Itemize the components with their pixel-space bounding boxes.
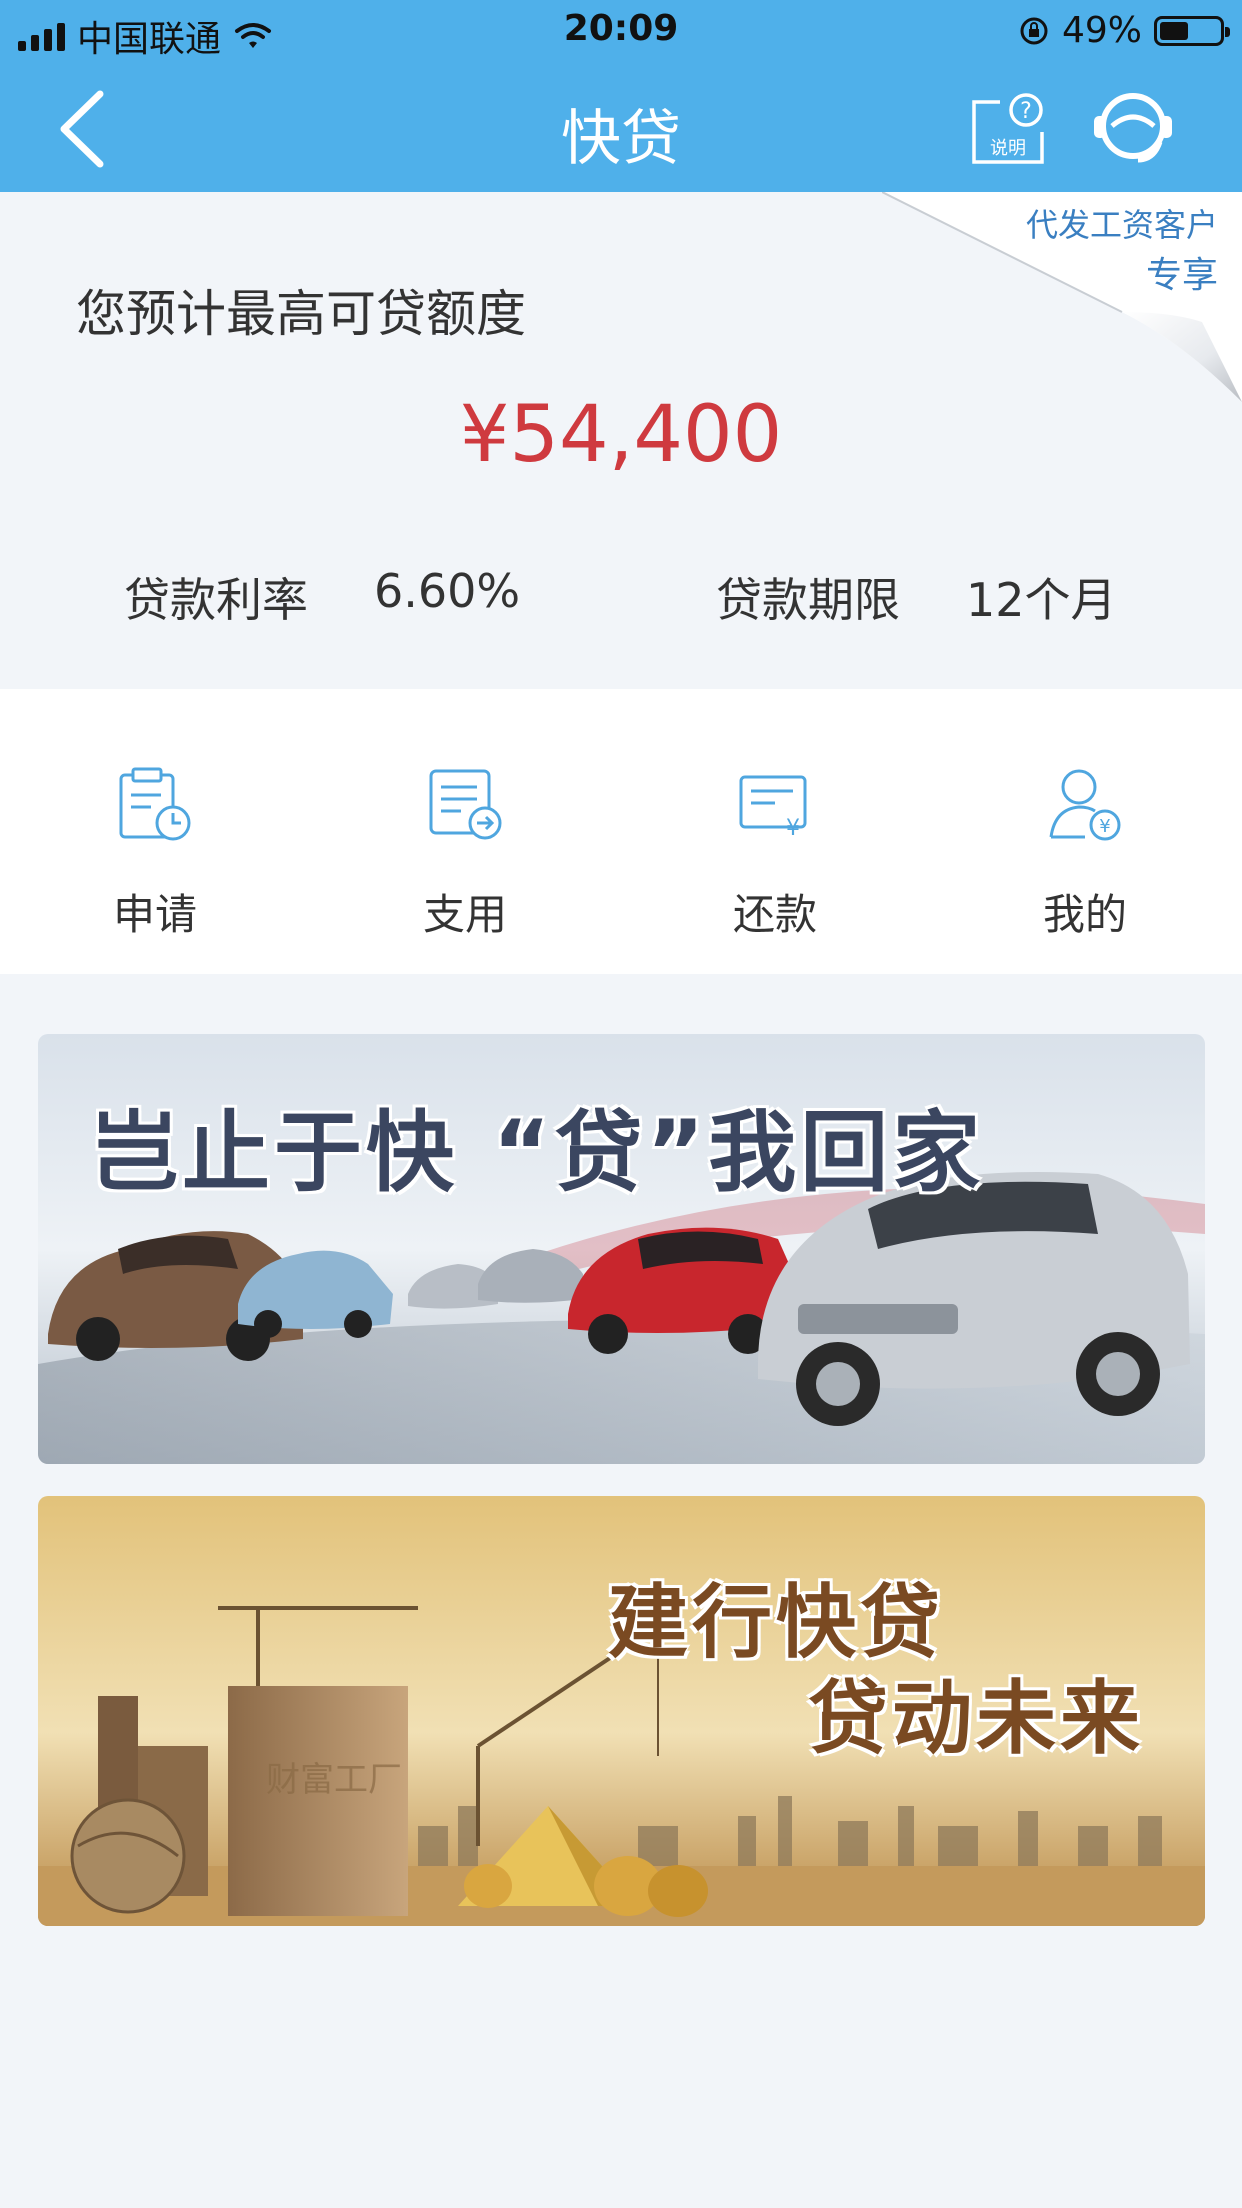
repay-icon: ¥ [739,775,807,841]
menu-label-repay: 还款 [732,890,817,939]
page-title: 快贷 [561,104,681,174]
customer-service-button[interactable] [1090,86,1176,172]
menu-item-repay[interactable]: ¥ 还款 [620,689,930,974]
status-bar: 中国联通 20:09 49% [0,0,1242,64]
profile-icon: ¥ [1049,769,1121,841]
quota-amount: ¥54,400 [459,390,783,480]
help-document-icon: ? 说明 [972,93,1044,164]
quota-label: 您预计最高可贷额度 [76,285,526,343]
car-banner-headline: 岂止于快 “贷”我回家 [90,1101,985,1204]
menu-item-mine[interactable]: ¥ 我的 [930,689,1240,974]
rate-label: 贷款利率 [124,573,308,627]
help-label: 说明 [990,138,1026,159]
withdraw-icon [429,769,502,840]
car-loan-banner[interactable]: 岂止于快 “贷”我回家 [38,1034,1205,1464]
exclusive-badge-line2: 专享 [1145,255,1218,296]
term-value: 12个月 [966,573,1117,627]
svg-text:¥: ¥ [1099,816,1110,837]
customer-service-icon [1094,93,1172,163]
rate-value: 6.60% [374,564,521,618]
menu-label-withdraw: 支用 [422,890,507,939]
battery-percent: 49% [1061,10,1142,51]
term-label: 贷款期限 [716,573,900,627]
exclusive-badge-line1: 代发工资客户 [1025,206,1218,244]
svg-text:¥: ¥ [786,816,800,841]
menu-item-withdraw[interactable]: 支用 [310,689,620,974]
menu-item-apply[interactable]: 申请 [0,689,310,974]
golden-banner-line2: 贷动未来 [808,1672,1144,1765]
nav-bar: 快贷 ? 说明 [0,64,1242,192]
help-button[interactable]: ? 说明 [970,92,1046,166]
svg-text:?: ? [1020,99,1032,124]
action-menu: 申请 支用 ¥ 还款 ¥ 我的 [0,689,1242,974]
battery-fill [1160,21,1188,40]
battery-icon [1154,15,1230,46]
status-right: 49% [1018,10,1230,51]
future-loan-banner[interactable]: 财富工厂 建行快贷 贷动未来 [38,1496,1205,1926]
rotation-lock-icon [1020,17,1048,44]
menu-label-mine: 我的 [1042,890,1127,939]
quota-card: 代发工资客户 专享 您预计最高可贷额度 ¥54,400 贷款利率 6.60% 贷… [0,192,1242,689]
apply-icon [119,767,191,841]
menu-label-apply: 申请 [112,890,197,939]
wealth-factory-label: 财富工厂 [266,1760,402,1800]
